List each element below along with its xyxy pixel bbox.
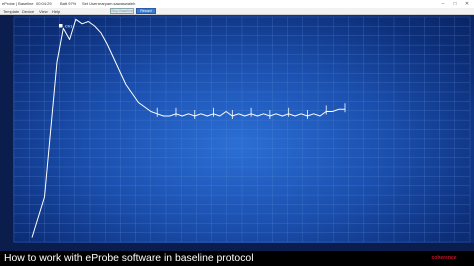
brand-logo: coherence [431, 255, 457, 261]
signal-trace [31, 18, 345, 238]
video-caption: How to work with eProbe software in base… [0, 251, 474, 266]
chart-grid [13, 16, 471, 243]
signal-chart: Ch1 [13, 16, 471, 243]
legend-swatch [59, 24, 63, 28]
legend-label: Ch1 [65, 24, 73, 29]
